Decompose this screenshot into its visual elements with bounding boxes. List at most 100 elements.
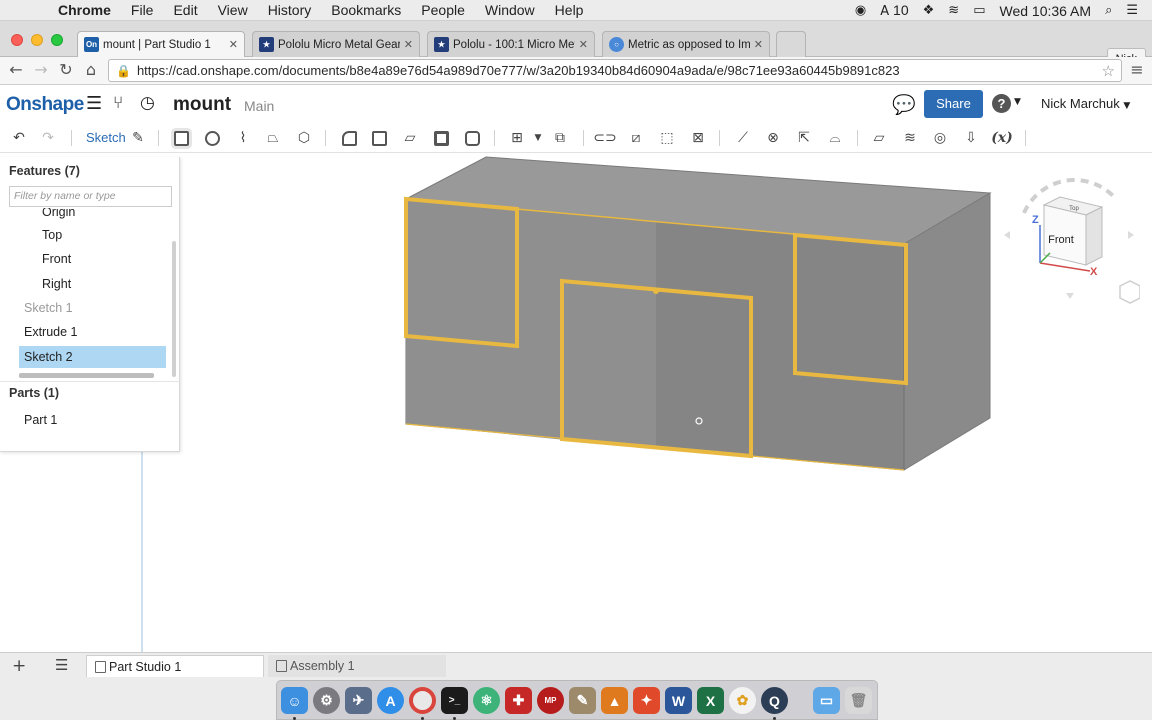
tab-part-studio-1[interactable]: Part Studio 1 <box>86 655 264 677</box>
feature-item-extrude-1[interactable]: Extrude 1 <box>0 321 166 343</box>
draft-icon[interactable]: ⏥ <box>399 128 421 148</box>
notification-center-icon[interactable]: ☰ <box>1126 3 1138 18</box>
feature-item-top[interactable]: Top <box>0 224 166 246</box>
sketch-pencil-icon[interactable]: ✎ <box>127 128 149 148</box>
undo-icon[interactable]: ↶ <box>8 128 30 148</box>
tab-pololu-gearmotor[interactable]: ★ Pololu Micro Metal Gearmo ✕ <box>252 31 420 57</box>
extrude-icon[interactable] <box>170 128 192 148</box>
menu-app-name[interactable]: Chrome <box>48 2 121 18</box>
close-tab-icon[interactable]: ✕ <box>229 38 238 51</box>
feature-list-scrollbar[interactable] <box>172 241 176 377</box>
minimize-window-button[interactable] <box>31 34 43 46</box>
mplab-icon[interactable]: MP <box>537 687 564 714</box>
close-window-button[interactable] <box>11 34 23 46</box>
menu-window[interactable]: Window <box>475 2 545 18</box>
versions-branch-icon[interactable]: ⑂ <box>113 93 123 113</box>
helix-icon[interactable]: ≋ <box>899 128 921 148</box>
loft-icon[interactable]: ⏢ <box>262 128 284 148</box>
onshape-logo[interactable]: Onshape <box>6 94 84 116</box>
notes-icon[interactable]: ✎ <box>569 687 596 714</box>
modify-fillet-icon[interactable]: ⟋ <box>732 128 754 148</box>
mate-connector-icon[interactable]: ◎ <box>929 128 951 148</box>
shell-icon[interactable] <box>430 128 452 148</box>
delete-part-icon[interactable]: ⊠ <box>687 128 709 148</box>
tab-pololu-micro-metal[interactable]: ★ Pololu - 100:1 Micro Metal ✕ <box>427 31 595 57</box>
pattern-chevron-down-icon[interactable]: ▼ <box>527 128 549 148</box>
forward-icon[interactable]: → <box>31 60 51 80</box>
view-menu-cube-icon[interactable] <box>1119 280 1140 304</box>
sketch-button[interactable]: Sketch <box>86 130 126 145</box>
feature-list-horizontal-scrollbar[interactable] <box>19 373 154 378</box>
view-cube-right-face[interactable] <box>1085 206 1103 266</box>
feature-item-right[interactable]: Right <box>0 273 166 295</box>
comments-icon[interactable]: 💬 <box>892 93 916 116</box>
menu-help[interactable]: Help <box>545 2 594 18</box>
solidworks-icon[interactable]: ✦ <box>633 687 660 714</box>
clock[interactable]: Wed 10:36 AM <box>999 3 1091 19</box>
view-cube-arrow-right-icon[interactable] <box>1128 231 1134 239</box>
close-tab-icon[interactable]: ✕ <box>754 38 763 51</box>
add-element-icon[interactable]: + <box>12 656 26 676</box>
excel-icon[interactable]: X <box>697 687 724 714</box>
view-cube-arrow-left-icon[interactable] <box>1004 231 1010 239</box>
sketch-midpoint[interactable] <box>653 288 659 294</box>
hole-icon[interactable] <box>461 128 483 148</box>
replace-face-icon[interactable]: ⌓ <box>824 128 846 148</box>
history-clock-icon[interactable]: ◷ <box>140 93 155 113</box>
app-store-icon[interactable]: A <box>377 687 404 714</box>
home-icon[interactable]: ⌂ <box>81 60 101 80</box>
menu-bookmarks[interactable]: Bookmarks <box>321 2 411 18</box>
part-item-part-1[interactable]: Part 1 <box>0 409 166 431</box>
atom-icon[interactable]: ⚛ <box>473 687 500 714</box>
hamburger-menu-icon[interactable]: ☰ <box>86 93 102 114</box>
reload-icon[interactable]: ↻ <box>56 60 76 80</box>
tab-metric-search[interactable]: ○ Metric as opposed to Impe ✕ <box>602 31 770 57</box>
share-button[interactable]: Share <box>924 90 983 118</box>
menu-edit[interactable]: Edit <box>163 2 207 18</box>
puzzle-app-icon[interactable]: ✚ <box>505 687 532 714</box>
back-icon[interactable]: ← <box>6 60 26 80</box>
features-heading[interactable]: Features (7) <box>9 164 80 178</box>
view-cube[interactable]: Top Front Z X <box>1004 173 1140 318</box>
chamfer-icon[interactable] <box>368 128 390 148</box>
trash-icon[interactable]: 🗑 <box>845 687 872 714</box>
system-preferences-icon[interactable]: ⚙ <box>313 687 340 714</box>
move-face-icon[interactable]: ⇱ <box>793 128 815 148</box>
terminal-icon[interactable]: >_ <box>441 687 468 714</box>
menu-people[interactable]: People <box>411 2 475 18</box>
chrome-icon[interactable] <box>409 687 436 714</box>
url-input[interactable]: 🔒 https://cad.onshape.com/documents/b8e4… <box>108 59 1122 82</box>
pattern-icon[interactable]: ⊞ <box>506 128 528 148</box>
record-icon[interactable]: ◉ <box>855 3 866 18</box>
matlab-icon[interactable]: ▲ <box>601 687 628 714</box>
new-tab-button[interactable] <box>776 31 806 57</box>
zoom-window-button[interactable] <box>51 34 63 46</box>
thicken-icon[interactable]: ⬡ <box>293 128 315 148</box>
tab-onshape[interactable]: On mount | Part Studio 1 ✕ <box>77 31 245 57</box>
battery-icon[interactable]: ▭ <box>973 3 985 18</box>
plane-icon[interactable]: ▱ <box>868 128 890 148</box>
downloads-folder-icon[interactable]: ▭ <box>813 687 840 714</box>
word-icon[interactable]: W <box>665 687 692 714</box>
delete-face-icon[interactable]: ⊗ <box>762 128 784 148</box>
close-tab-icon[interactable]: ✕ <box>579 38 588 51</box>
finder-icon[interactable]: ☺ <box>281 687 308 714</box>
feature-item-sketch-2[interactable]: Sketch 2 <box>19 346 166 368</box>
parts-heading[interactable]: Parts (1) <box>9 386 59 400</box>
quicktime-icon[interactable]: Q <box>761 687 788 714</box>
split-icon[interactable]: ⧄ <box>625 128 647 148</box>
menu-view[interactable]: View <box>208 2 258 18</box>
tab-assembly-1[interactable]: Assembly 1 <box>268 655 446 677</box>
bookmark-star-icon[interactable]: ☆ <box>1102 62 1115 80</box>
sweep-icon[interactable]: ⌇ <box>232 128 254 148</box>
spotlight-icon[interactable]: ⌕ <box>1105 3 1112 18</box>
help-icon[interactable]: ? <box>992 94 1011 113</box>
fillet-icon[interactable] <box>338 128 360 148</box>
menu-file[interactable]: File <box>121 2 164 18</box>
feature-item-sketch-1[interactable]: Sketch 1 <box>0 297 166 319</box>
photos-icon[interactable]: ✿ <box>729 687 756 714</box>
status-indicator[interactable]: A 10 <box>880 2 908 19</box>
redo-icon[interactable]: ↷ <box>37 128 59 148</box>
close-tab-icon[interactable]: ✕ <box>404 38 413 51</box>
feature-item-origin[interactable]: Origin <box>0 208 166 223</box>
